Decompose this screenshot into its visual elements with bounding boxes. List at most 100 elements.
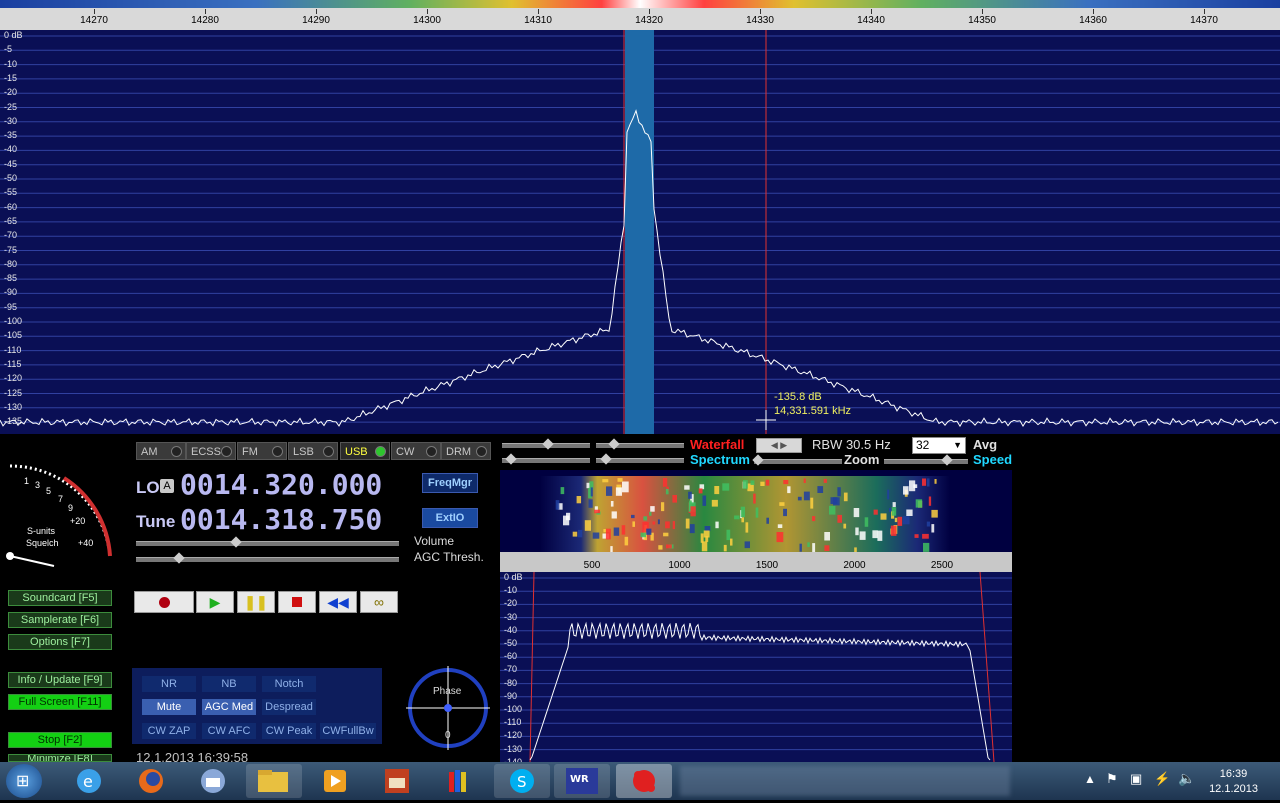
db-scale-label: -75 [4,244,18,255]
speed-slider[interactable] [884,459,968,464]
network-icon[interactable]: ⚡ [1154,771,1170,787]
cw-afc-button[interactable]: CW AFC [202,723,256,739]
books-icon[interactable] [444,766,474,796]
waterfall-speckle [922,533,929,539]
nb-button[interactable]: NB [202,676,256,692]
thunderbird-icon[interactable] [198,766,228,796]
phase-dial[interactable]: Phase 0 [406,666,490,750]
waterfall-scroll-arrows[interactable]: ◀ ▶ [756,438,802,453]
phase-label: Phase [433,686,462,697]
waterfall-speckle [799,543,802,552]
samplerate-button[interactable]: Samplerate [F6] [8,612,112,628]
audio-spectrum-display[interactable]: 0 dB -10 -20 -30 -40 -50 -60 -70 -80 -90 -100 -110 -… [500,572,1012,767]
mode-fm-button[interactable]: FM [237,442,287,460]
mode-lsb-button[interactable]: LSB [288,442,338,460]
info-update-button[interactable]: Info / Update [F9] [8,672,112,688]
waterfall-speckle [590,487,593,497]
mode-led [323,446,334,457]
agc-button[interactable]: AGC Med [202,699,256,715]
lo-channel-badge[interactable]: A [160,479,174,493]
audio-waterfall[interactable] [500,470,1012,560]
loop-button[interactable]: ∞ [360,591,398,613]
db-scale-label: 0 dB [4,30,23,40]
waterfall-speckle [859,531,866,540]
play-button[interactable]: ▶ [196,591,234,613]
waterfall-speckle [750,480,755,485]
lo-frequency-display[interactable]: 0014.320.000 [180,468,382,501]
explorer-taskbar-item[interactable] [246,764,302,798]
record-button[interactable] [134,591,194,613]
waterfall-speckle [622,481,629,493]
waterfall-speckle [931,524,935,533]
taskbar-thumbnail-preview [680,766,1010,796]
hdsdr-taskbar-item[interactable] [616,764,672,798]
app-icon[interactable] [382,766,412,796]
db-scale-label: -120 [4,373,23,384]
minimize-button[interactable]: Minimize [F8] [8,754,112,762]
audio-db-scale-label: -20 [504,598,518,609]
mode-ecss-button[interactable]: ECSS [186,442,236,460]
tune-frequency-display[interactable]: 0014.318.750 [180,503,382,536]
audio-frequency-scale[interactable]: 500 1000 1500 2000 2500 [500,552,1012,572]
nr-button[interactable]: NR [142,676,196,692]
winrad-hd-taskbar-item[interactable]: WR [554,764,610,798]
waterfall-speckle [646,528,652,535]
db-scale-label: -40 [4,144,18,155]
volume-tray-icon[interactable]: 🔈 [1178,770,1195,787]
db-scale-label: -100 [4,316,23,326]
avg-select[interactable]: 32 ▼ [912,437,966,454]
internet-explorer-icon[interactable]: e [74,766,104,796]
cw-peak-button[interactable]: CW Peak [262,723,316,739]
frequency-scale-label: 14290 [302,15,330,26]
firefox-icon[interactable] [136,766,166,796]
mode-cw-button[interactable]: CW [391,442,441,460]
stop-button[interactable]: Stop [F2] [8,732,112,748]
waterfall-speckle [726,529,731,541]
soundcard-button[interactable]: Soundcard [F5] [8,590,112,606]
despread-button[interactable]: Despread [262,699,316,715]
waterfall-speckle [810,497,814,509]
pause-button[interactable]: ❚❚ [237,591,275,613]
rf-spectrum-display[interactable]: 0 dB -5 -10 -15 -20 -25 -30 -35 -40 -45 -50 -55 -60 -… [0,30,1280,434]
zoom-slider[interactable] [754,459,842,464]
options-button[interactable]: Options [F7] [8,634,112,650]
mute-button[interactable]: Mute [142,699,196,715]
svg-text:WR: WR [570,774,589,785]
action-center-flag-icon[interactable]: ⚑ [1106,771,1118,787]
audio-spectrum-plot [500,572,1012,762]
frequency-scale-tick [427,9,428,14]
waterfall-speckle [611,511,617,519]
waterfall-speckle [566,512,571,521]
mode-drm-button[interactable]: DRM [441,442,491,460]
cw-fullbw-button[interactable]: CWFullBw [320,723,376,739]
volume-label: Volume [414,534,455,548]
mode-usb-button[interactable]: USB [340,442,390,460]
rewind-button[interactable]: ◀◀ [319,591,357,613]
power-icon[interactable]: ▣ [1130,771,1142,787]
media-player-icon[interactable] [320,766,350,796]
freqmgr-button[interactable]: FreqMgr [422,473,478,493]
skype-taskbar-item[interactable]: S [494,764,550,798]
extio-button[interactable]: ExtIO [422,508,478,528]
squelch-label: Squelch [26,538,59,548]
volume-slider[interactable] [136,541,399,546]
system-clock[interactable]: 16:39 12.1.2013 [1209,767,1258,797]
waterfall-speckle [812,516,816,522]
db-scale-label: -25 [4,101,18,112]
mode-am-button[interactable]: AM [136,442,186,460]
db-scale-label: -15 [4,72,18,83]
waterfall-speckle [715,521,719,529]
cw-zap-button[interactable]: CW ZAP [142,723,196,739]
start-button[interactable]: ⊞ [6,764,42,798]
frequency-scale[interactable]: 14270 14280 14290 14300 14310 14320 14330 14340… [0,0,1280,30]
mode-label: ECSS [191,446,221,458]
waterfall-speckle [702,495,707,506]
waterfall-speckle [830,497,838,504]
spectrum-label: Spectrum [690,452,750,467]
stop-playback-button[interactable] [278,591,316,613]
notch-button[interactable]: Notch [262,676,316,692]
mode-label: AM [141,446,158,458]
waterfall-speckle [891,507,897,516]
show-hidden-icons[interactable]: ▲ [1084,772,1096,786]
full-screen-button[interactable]: Full Screen [F11] [8,694,112,710]
